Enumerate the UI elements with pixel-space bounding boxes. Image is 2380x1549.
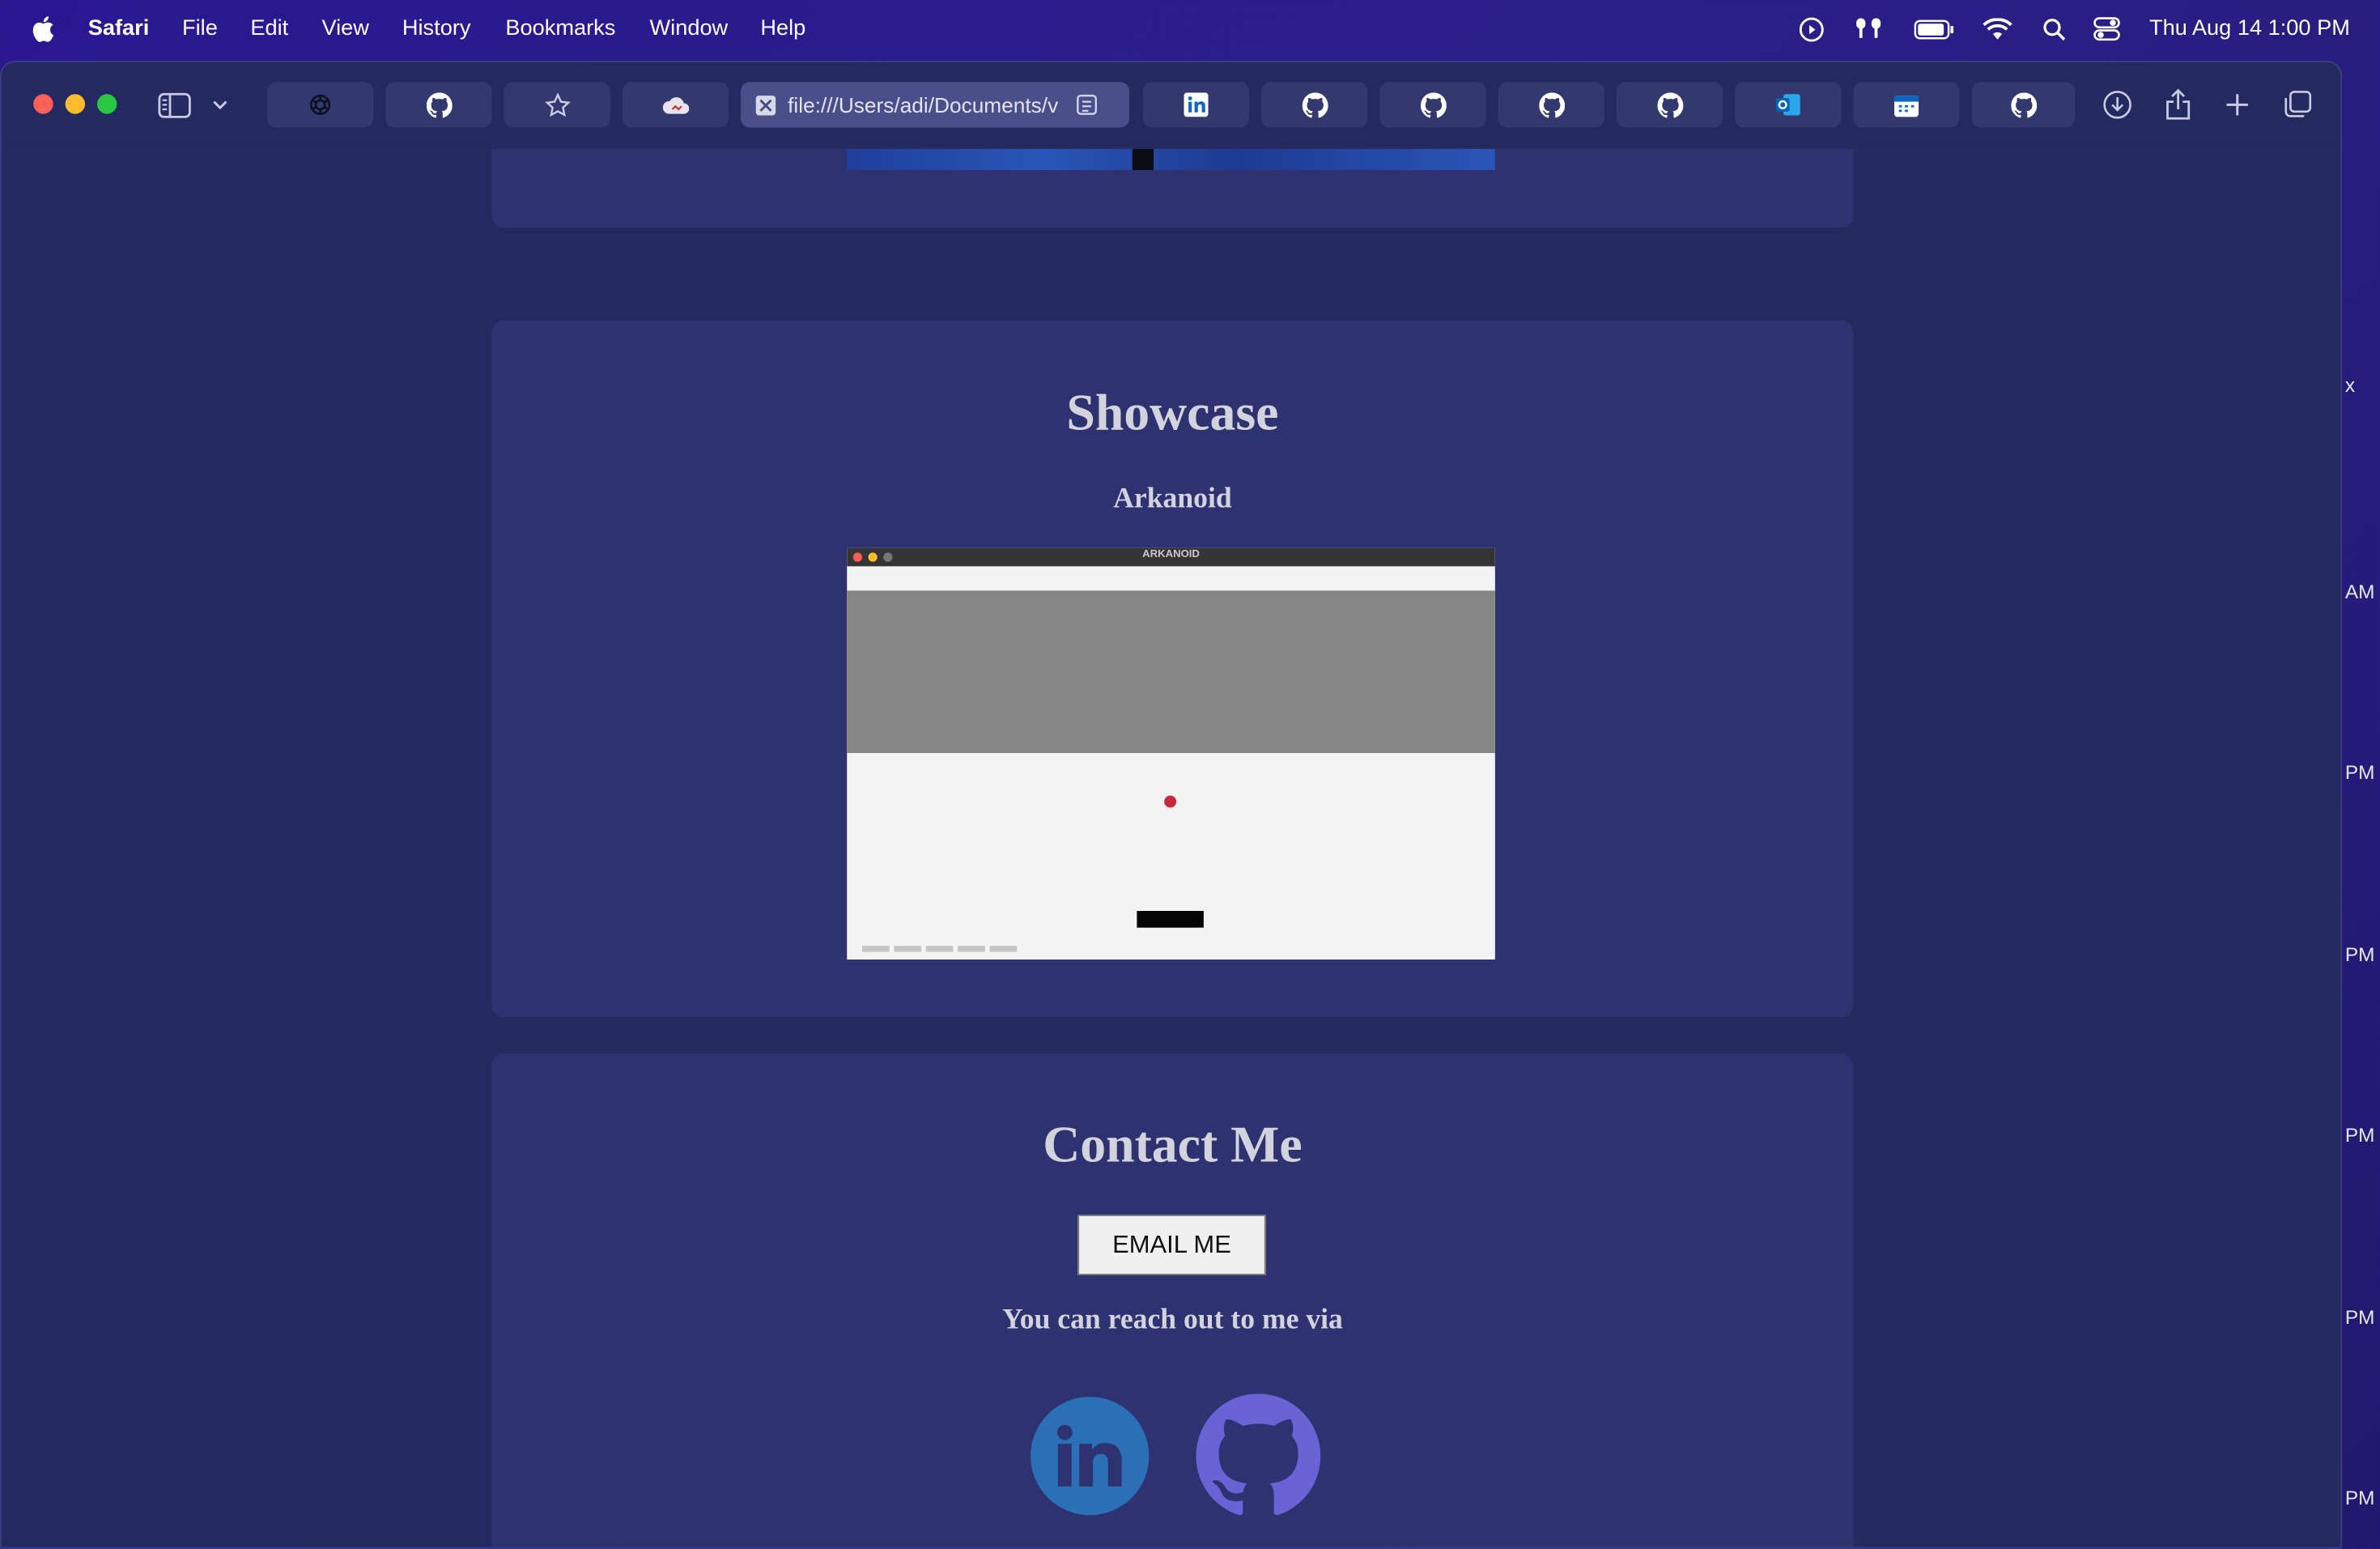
menu-edit[interactable]: Edit bbox=[250, 17, 288, 41]
tab-cloud[interactable] bbox=[622, 82, 729, 128]
background-window-text: PM bbox=[2344, 1486, 2375, 1509]
cloud-icon bbox=[661, 96, 689, 113]
background-window-text: AM bbox=[2344, 580, 2375, 603]
preview-titlebar: ARKANOID bbox=[847, 547, 1495, 567]
previous-project-image bbox=[847, 148, 1495, 170]
new-tab-icon[interactable] bbox=[2221, 87, 2254, 123]
menu-bookmarks[interactable]: Bookmarks bbox=[505, 17, 615, 41]
preview-title: ARKANOID bbox=[1142, 549, 1200, 560]
tab-linkedin[interactable] bbox=[1142, 82, 1250, 128]
menu-view[interactable]: View bbox=[322, 17, 369, 41]
chevron-down-icon[interactable] bbox=[208, 90, 232, 121]
tab-github[interactable] bbox=[385, 82, 492, 128]
menu-bar: Safari File Edit View History Bookmarks … bbox=[0, 0, 2380, 57]
sidebar-toggle-icon[interactable] bbox=[156, 88, 193, 121]
contact-title: Contact Me bbox=[1043, 1117, 1303, 1174]
zoom-window-button[interactable] bbox=[97, 94, 117, 114]
tab-github-2[interactable] bbox=[1261, 82, 1368, 128]
reader-icon[interactable] bbox=[1076, 94, 1100, 115]
tab-overview-icon[interactable] bbox=[2280, 87, 2316, 123]
contact-card: Contact Me EMAIL ME You can reach out to… bbox=[491, 1053, 1854, 1547]
menu-window[interactable]: Window bbox=[650, 17, 729, 41]
control-center-icon[interactable] bbox=[2092, 14, 2123, 45]
background-window-text: PM bbox=[2344, 760, 2375, 784]
minimize-window-button[interactable] bbox=[65, 94, 85, 114]
brick-area bbox=[847, 590, 1495, 753]
share-icon[interactable] bbox=[2160, 85, 2196, 125]
github-icon bbox=[2010, 91, 2037, 117]
paddle bbox=[1137, 911, 1204, 928]
github-icon bbox=[425, 91, 452, 117]
web-page: Showcase Arkanoid ARKANOID Contact Me EM… bbox=[1, 148, 2341, 1547]
now-playing-icon[interactable] bbox=[1796, 14, 1826, 45]
apple-logo-icon[interactable] bbox=[31, 15, 57, 43]
background-window-text: PM bbox=[2344, 943, 2375, 966]
tab-github-4[interactable] bbox=[1498, 82, 1604, 128]
reach-out-text: You can reach out to me via bbox=[1001, 1304, 1343, 1336]
ball bbox=[1164, 795, 1177, 808]
background-window-text: PM bbox=[2344, 1305, 2375, 1329]
calendar-icon bbox=[1894, 95, 1919, 117]
github-icon bbox=[1301, 91, 1328, 117]
downloads-icon[interactable] bbox=[2099, 87, 2136, 123]
file-icon bbox=[755, 95, 776, 115]
outlook-icon bbox=[1775, 94, 1800, 116]
github-icon bbox=[1420, 91, 1446, 117]
menu-help[interactable]: Help bbox=[760, 17, 805, 41]
tab-github-3[interactable] bbox=[1379, 82, 1486, 128]
showcase-card: Showcase Arkanoid ARKANOID bbox=[491, 320, 1854, 1018]
spotlight-search-icon[interactable] bbox=[2040, 14, 2068, 45]
arkanoid-preview-image[interactable]: ARKANOID bbox=[847, 547, 1495, 960]
browser-toolbar: file:///Users/adi/Documents/v bbox=[1, 62, 2341, 149]
battery-icon[interactable] bbox=[1913, 14, 1956, 45]
airpods-icon[interactable] bbox=[1852, 14, 1885, 45]
background-window-text: PM bbox=[2344, 1123, 2375, 1147]
menu-clock[interactable]: Thu Aug 14 1:00 PM bbox=[2149, 17, 2350, 41]
linkedin-icon bbox=[1184, 92, 1209, 117]
tab-openai[interactable] bbox=[267, 82, 374, 128]
project-title: Arkanoid bbox=[1113, 483, 1232, 515]
close-window-button[interactable] bbox=[33, 94, 53, 114]
wifi-icon[interactable] bbox=[1981, 14, 2014, 45]
linkedin-icon bbox=[1056, 1424, 1122, 1487]
linkedin-link[interactable] bbox=[1031, 1397, 1150, 1516]
tab-github-5[interactable] bbox=[1616, 82, 1723, 128]
github-link[interactable] bbox=[1196, 1394, 1321, 1518]
menu-app-name[interactable]: Safari bbox=[88, 17, 150, 41]
background-window-text: x bbox=[2344, 373, 2356, 397]
tab-favorites[interactable] bbox=[504, 82, 610, 128]
github-icon bbox=[1196, 1394, 1321, 1516]
tab-github-6[interactable] bbox=[1971, 82, 2076, 128]
github-icon bbox=[1538, 91, 1565, 117]
menu-file[interactable]: File bbox=[182, 17, 218, 41]
tab-outlook[interactable] bbox=[1735, 82, 1842, 128]
safari-window: file:///Users/adi/Documents/v Showcase A… bbox=[0, 61, 2343, 1549]
github-icon bbox=[1656, 91, 1683, 117]
menu-history[interactable]: History bbox=[402, 17, 471, 41]
address-input[interactable]: file:///Users/adi/Documents/v bbox=[788, 92, 1070, 117]
previous-project-card bbox=[491, 148, 1854, 228]
star-icon bbox=[544, 91, 571, 117]
showcase-title: Showcase bbox=[1066, 385, 1279, 442]
tab-active-address-bar[interactable]: file:///Users/adi/Documents/v bbox=[741, 82, 1129, 128]
screen: Safari File Edit View History Bookmarks … bbox=[0, 0, 2380, 1549]
openai-icon bbox=[310, 94, 331, 115]
email-me-button[interactable]: EMAIL ME bbox=[1077, 1215, 1266, 1275]
tab-calendar[interactable] bbox=[1853, 82, 1960, 128]
